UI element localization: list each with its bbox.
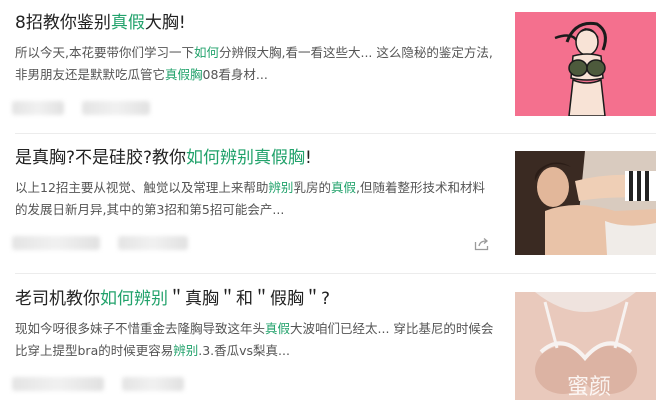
result-snippet: 现如今呀很多妹子不惜重金去隆胸导致这年头真假大波咱们已经太... 穿比基尼的时候… — [15, 318, 495, 362]
date-blurred — [118, 236, 188, 250]
source-name-blurred — [12, 101, 64, 115]
result-card: 老司机教你如何辨别＂真胸＂和＂假胸＂? 现如今呀很多妹子不惜重金去隆胸导致这年头… — [0, 278, 672, 408]
result-divider — [15, 133, 656, 134]
result-card: 8招教你鉴别真假大胸! 所以今天,本花要带你们学习一下如何分辨假大胸,看一看这些… — [0, 2, 672, 132]
highlighted-keyword: 如何辨别真假胸 — [186, 148, 306, 168]
text-segment: .3.香瓜vs梨真... — [198, 343, 290, 358]
source-name-blurred — [12, 377, 104, 391]
source-name-blurred — [12, 236, 100, 250]
text-segment: ＂真胸＂和＂假胸＂? — [168, 289, 331, 309]
result-meta — [10, 233, 500, 253]
result-snippet: 所以今天,本花要带你们学习一下如何分辨假大胸,看一看这些大... 这么隐秘的鉴定… — [15, 42, 495, 86]
highlighted-keyword: 真假胸 — [165, 67, 203, 82]
result-thumbnail[interactable] — [515, 151, 656, 255]
result-divider — [15, 273, 656, 274]
text-segment: 乳房的 — [293, 180, 331, 195]
text-segment: 以上12招主要从视觉、触觉以及常理上来帮助 — [15, 180, 269, 195]
text-segment: 现如今呀很多妹子不惜重金去隆胸导致这年头 — [15, 321, 266, 336]
watermark-text: 蜜颜 — [567, 375, 611, 400]
highlighted-keyword: 真假 — [110, 13, 145, 33]
date-blurred — [122, 377, 184, 391]
highlighted-keyword: 辨别 — [268, 180, 294, 195]
highlighted-keyword: 真假 — [330, 180, 356, 195]
result-card: 是真胸?不是硅胶?教你如何辨别真假胸! 以上12招主要从视觉、触觉以及常理上来帮… — [0, 137, 672, 267]
text-segment: 所以今天,本花要带你们学习一下 — [15, 45, 194, 60]
result-thumbnail[interactable]: 蜜颜 — [515, 292, 656, 400]
share-icon[interactable] — [474, 237, 490, 251]
text-segment: 8招教你鉴别 — [15, 13, 111, 33]
text-segment: ! — [305, 148, 312, 168]
text-segment: 是真胸?不是硅胶?教你 — [15, 148, 187, 168]
result-snippet: 以上12招主要从视觉、触觉以及常理上来帮助辨别乳房的真假,但随着整形技术和材料的… — [15, 177, 495, 221]
highlighted-keyword: 如何 — [193, 45, 219, 60]
result-title[interactable]: 老司机教你如何辨别＂真胸＂和＂假胸＂? — [15, 286, 495, 312]
result-thumbnail[interactable] — [515, 12, 656, 116]
result-title[interactable]: 是真胸?不是硅胶?教你如何辨别真假胸! — [15, 145, 495, 171]
text-segment: 08看身材... — [202, 67, 268, 82]
highlighted-keyword: 辨别 — [173, 343, 199, 358]
date-blurred — [82, 101, 150, 115]
search-results-list: 8招教你鉴别真假大胸! 所以今天,本花要带你们学习一下如何分辨假大胸,看一看这些… — [0, 0, 672, 410]
highlighted-keyword: 如何辨别 — [100, 289, 168, 309]
text-segment: 大胸! — [144, 13, 186, 33]
result-meta — [10, 374, 500, 394]
result-title[interactable]: 8招教你鉴别真假大胸! — [15, 10, 495, 36]
result-meta — [10, 98, 500, 118]
text-segment: 老司机教你 — [15, 289, 100, 309]
highlighted-keyword: 真假 — [265, 321, 291, 336]
